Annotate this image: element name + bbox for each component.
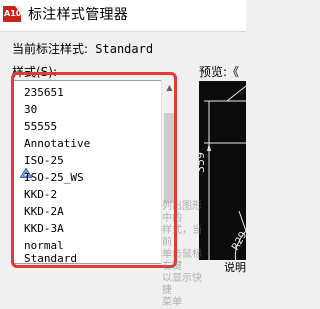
radius-dimension-text: R29: [230, 230, 246, 253]
list-item[interactable]: ISO-25: [24, 152, 64, 170]
scroll-thumb[interactable]: [164, 113, 174, 203]
list-item[interactable]: KKD-3A: [24, 220, 64, 238]
list-item[interactable]: ISO-25_WS: [24, 169, 84, 187]
title-bar[interactable]: A10 标注样式管理器: [0, 0, 246, 32]
watermark-line: 以显示快捷: [162, 273, 202, 296]
styles-list-scrollbar[interactable]: ▲: [161, 80, 176, 264]
list-item[interactable]: 30: [24, 101, 37, 119]
dimension-preview-drawing: 359 R29: [199, 85, 246, 271]
list-item[interactable]: 55555: [24, 118, 57, 136]
autocad-app-icon[interactable]: A10: [3, 6, 21, 22]
app-icon-text: A10: [4, 9, 22, 18]
scroll-up-arrow-icon[interactable]: ▲: [162, 80, 177, 95]
window-title: 标注样式管理器: [28, 7, 129, 23]
styles-label: 样式(S):: [12, 65, 58, 79]
current-style-label: 当前标注样式:: [12, 42, 89, 56]
preview-pane: 359 R29: [199, 81, 246, 271]
preview-label: 预览:《: [199, 65, 240, 79]
watermark-line: 菜单: [162, 297, 182, 308]
list-item[interactable]: KKD-2A: [24, 203, 64, 221]
description-label: 说明: [224, 261, 246, 274]
list-item[interactable]: 235651: [24, 84, 64, 102]
dimension-text: 359: [199, 152, 207, 173]
list-item-standard[interactable]: Standard: [24, 250, 77, 268]
current-style-line: 当前标注样式: Standard: [12, 41, 153, 57]
list-item[interactable]: KKD-2: [24, 186, 57, 204]
list-item-annotative[interactable]: Annotative: [24, 135, 90, 153]
current-style-value: Standard: [95, 42, 154, 56]
